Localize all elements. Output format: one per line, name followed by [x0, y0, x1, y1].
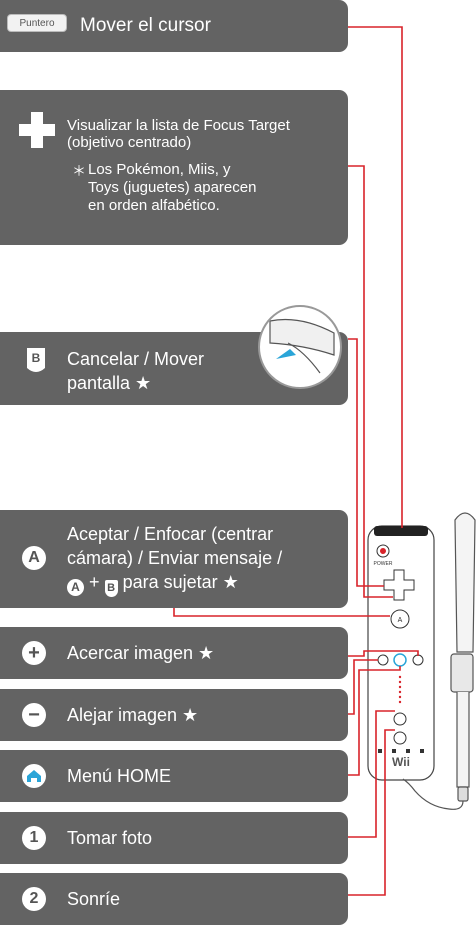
row-dpad: Visualizar la lista de Focus Target (obj… — [0, 90, 348, 245]
two-button-icon: 2 — [22, 887, 46, 911]
dpad-line2: (objetivo centrado) — [67, 134, 192, 151]
svg-text:POWER: POWER — [374, 561, 393, 567]
row-pointer: Puntero Mover el cursor — [0, 0, 348, 52]
dpad-note-mark: ＊ — [72, 163, 86, 179]
a-line2: cámara) / Enviar mensaje / — [67, 548, 283, 568]
two-label: Sonríe — [67, 889, 121, 909]
line-a — [173, 608, 390, 617]
a-line3-suffix: para sujetar ★ — [122, 572, 239, 592]
dpad-note1: Los Pokémon, Miis, y — [88, 161, 231, 178]
one-label: Tomar foto — [67, 828, 153, 848]
a-plus: + — [89, 572, 100, 592]
a-line3: A + B para sujetar ★ — [67, 571, 239, 597]
pointer-badge: Puntero — [7, 14, 67, 32]
dpad-note2: Toys (juguetes) aparecen — [88, 179, 257, 196]
row-minus: − Alejar imagen ★ — [0, 689, 348, 741]
dpad-icon — [19, 112, 55, 148]
a-inline-icon: A — [67, 579, 84, 596]
minus-icon: − — [22, 703, 46, 727]
svg-text:A: A — [398, 617, 403, 624]
b-line1: Cancelar / Mover — [67, 349, 205, 369]
plus-label: Acercar imagen ★ — [67, 643, 215, 663]
line-pointer — [348, 26, 403, 528]
pointer-label: Mover el cursor — [80, 15, 211, 36]
svg-text:Wii: Wii — [392, 755, 410, 769]
b-inline-icon: B — [104, 580, 118, 597]
home-label: Menú HOME — [67, 766, 172, 786]
row-a: A Aceptar / Enfocar (centrar cámara) / E… — [0, 510, 348, 608]
row-two: 2 Sonríe — [0, 873, 348, 925]
row-plus: + Acercar imagen ★ — [0, 627, 348, 679]
svg-text:B: B — [32, 351, 41, 365]
b-trigger-illustration — [258, 305, 342, 389]
dpad-line1: Visualizar la lista de Focus Target — [67, 117, 290, 134]
a-line1: Aceptar / Enfocar (centrar — [67, 524, 274, 544]
b-trigger-icon: B — [27, 348, 45, 372]
home-icon — [22, 764, 46, 788]
one-button-icon: 1 — [22, 826, 46, 850]
row-home: Menú HOME — [0, 750, 348, 802]
wii-remote: POWER A Wii — [367, 525, 435, 781]
minus-label: Alejar imagen ★ — [67, 705, 199, 725]
b-line2: pantalla ★ — [67, 373, 152, 393]
a-button-icon: A — [22, 546, 46, 570]
dpad-note3: en orden alfabético. — [88, 197, 220, 214]
plus-icon: + — [22, 641, 46, 665]
row-one: 1 Tomar foto — [0, 812, 348, 864]
